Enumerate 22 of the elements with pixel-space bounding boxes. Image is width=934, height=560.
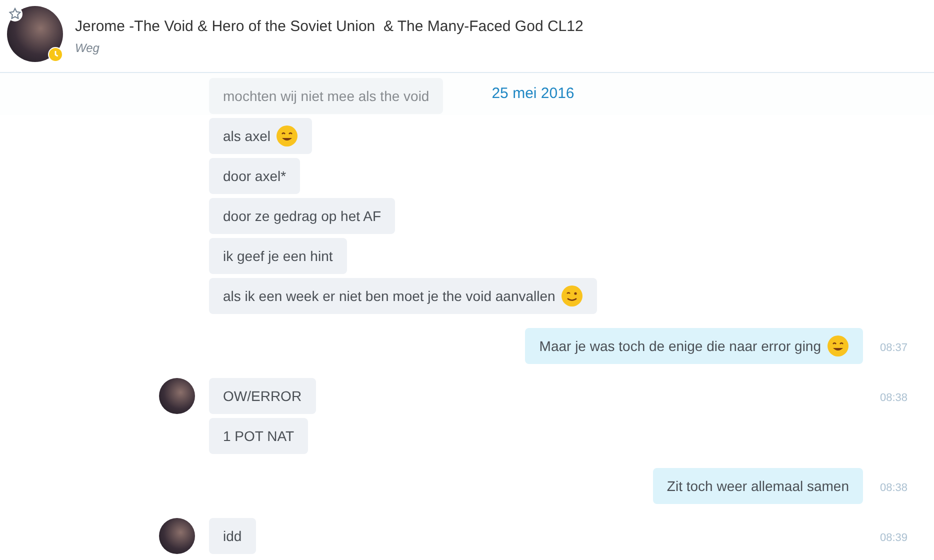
contact-name: Jerome -The Void & Hero of the Soviet Union & The Many-Faced God CL12 [75,17,584,37]
message-bubble: mochten wij niet mee als the void [209,78,444,114]
message-bubble: door axel* [209,158,300,194]
message-bubble: OW/ERROR [209,378,316,414]
winking-face-icon [561,285,584,307]
message-bubble: Maar je was toch de enige die naar error ging [525,328,863,364]
message-time: 08:38 [880,392,908,404]
grinning-face-icon [276,125,298,147]
message-bubble: Zit toch weer allemaal samen [652,468,863,504]
grinning-face-icon [827,335,849,357]
message-time: 08:39 [880,532,908,544]
message-bubble: als ik een week er niet ben moet je the void aanvallen [209,278,598,314]
contact-status: Weg [75,40,100,56]
message-bubble: ik geef je een hint [209,238,347,274]
message-bubble: 1 POT NAT [209,418,308,454]
date-divider: 25 mei 2016 [492,84,574,104]
message-bubble: door ze gedrag op het AF [209,198,395,234]
star-icon[interactable] [7,6,23,22]
message-bubble: als axel [209,118,312,154]
message-time: 08:37 [880,342,908,354]
message-bubble: idd [209,518,256,554]
message-time: 08:38 [880,482,908,494]
